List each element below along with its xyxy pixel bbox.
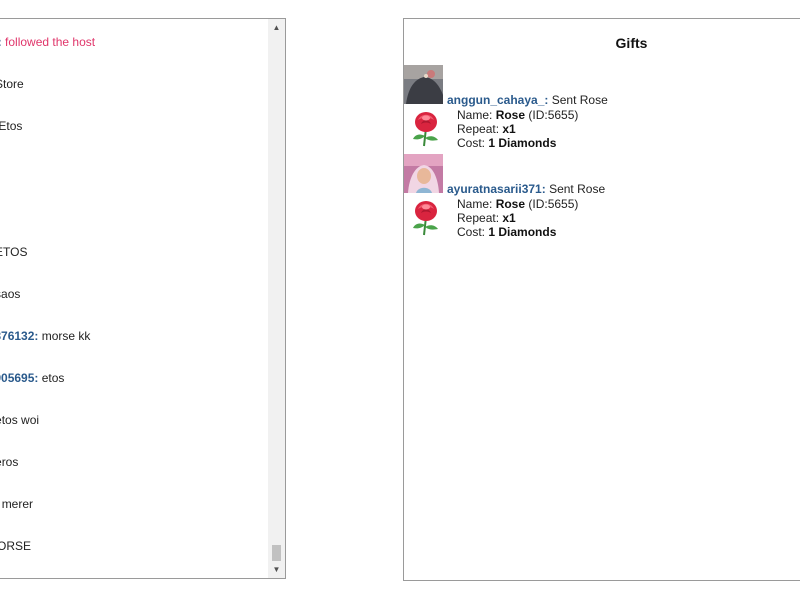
chat-message: 8: etos woi [0,413,39,427]
chat-username[interactable]: i97: [0,35,2,49]
chat-message: 34876132: morse kk [0,329,90,343]
chat-text: merer [1,497,34,511]
gift-name-row: Name: Rose (ID:5655) [457,197,579,211]
gift-entry: ayuratnasarii371: Sent Rose Name: Rose (… [404,154,800,244]
chat-message: 02905695: etos [0,371,64,385]
scroll-down-arrow-icon[interactable]: ▼ [268,561,285,578]
chat-text: etos woi [0,413,40,427]
scroll-up-arrow-icon[interactable]: ▲ [268,19,285,36]
gift-id: (ID:5655) [528,197,579,211]
chat-text: followed the host [5,35,96,49]
gift-sender: ayuratnasarii371: Sent Rose [447,182,605,196]
gift-repeat: x1 [502,211,516,225]
gift-cost-row: Cost: 1 Diamonds [457,136,557,150]
gift-cost: 1 Diamonds [488,225,557,239]
scroll-thumb[interactable] [272,545,281,561]
gift-repeat-row: Repeat: x1 [457,211,516,225]
rose-gift-icon [408,108,444,148]
gift-id: (ID:5655) [528,108,579,122]
gift-details: Name: Rose (ID:5655) Repeat: x1 Cost: 1 … [457,197,578,239]
gift-name: Rose [495,197,526,211]
chat-message: 0: Store [0,77,24,91]
chat-text: ETOS [0,245,28,259]
chat-panel[interactable]: i97: followed the host 0: Store le: Etos e… [0,18,286,579]
avatar[interactable] [404,65,443,104]
gift-username[interactable]: ayuratnasarii371: [447,182,546,196]
chat-text: saos [0,287,21,301]
gift-sender: anggun_cahaya_: Sent Rose [447,93,608,107]
chat-text: eros [0,455,19,469]
gift-name: Rose [495,108,526,122]
chat-message: 7: eros [0,455,18,469]
gift-action: Sent Rose [551,93,608,107]
chat-text: morse kk [41,329,91,343]
gift-entry: anggun_cahaya_: Sent Rose Name: Rose (ID… [404,65,800,155]
chat-text: etos [41,371,65,385]
avatar[interactable] [404,154,443,193]
gift-repeat-row: Repeat: x1 [457,122,516,136]
chat-username[interactable]: 34876132: [0,329,38,343]
chat-message: 2: ETOS [0,245,27,259]
chat-text: Store [0,77,24,91]
chat-text: NORSE [0,539,32,553]
gift-cost-row: Cost: 1 Diamonds [457,225,557,239]
chat-message: 0: saos [0,287,20,301]
chat-message: i97: followed the host [0,35,95,49]
gift-username[interactable]: anggun_cahaya_: [447,93,548,107]
chat-message: : NORSE [0,539,31,553]
gift-details: Name: Rose (ID:5655) Repeat: x1 Cost: 1 … [457,108,578,150]
chat-username[interactable]: 02905695: [0,371,38,385]
gift-cost: 1 Diamonds [488,136,557,150]
rose-gift-icon [408,197,444,237]
chat-scrollbar[interactable]: ▲ ▼ [268,19,285,578]
gift-repeat: x1 [502,122,516,136]
chat-text: Etos [0,119,23,133]
gifts-title: Gifts [615,35,648,51]
gifts-panel: Gifts anggun_cahaya_: Sent Rose Name: Ro… [403,18,800,581]
gift-action: Sent Rose [549,182,606,196]
gift-name-row: Name: Rose (ID:5655) [457,108,579,122]
chat-message: le: Etos [0,119,22,133]
chat-message: 58: merer [0,497,33,511]
